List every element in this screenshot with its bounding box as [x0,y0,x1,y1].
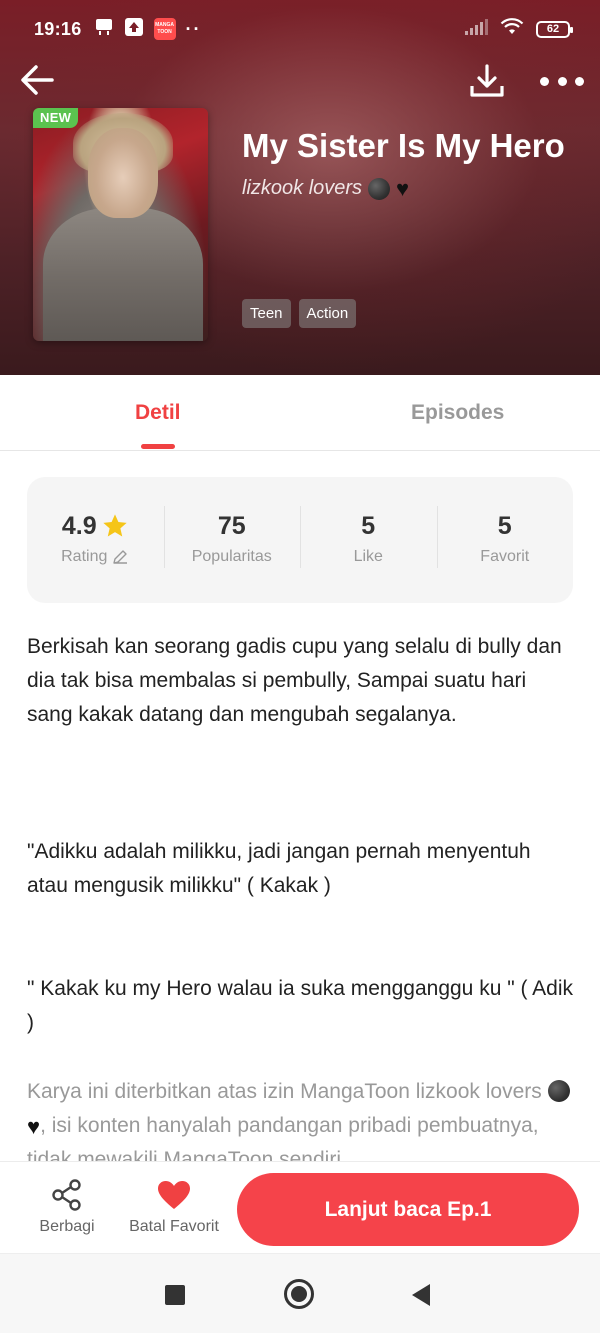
status-dots: ·· [185,18,202,39]
favorite-value: 5 [497,512,512,540]
back-arrow-icon [21,65,54,95]
bottom-action-bar: Berbagi Batal Favorit Lanjut baca Ep.1 [0,1161,600,1253]
tab-active-indicator [141,444,175,449]
recents-button[interactable] [165,1285,185,1305]
tag-action[interactable]: Action [298,299,357,328]
share-label: Berbagi [39,1218,95,1235]
tab-episodes[interactable]: Episodes [411,401,504,425]
description-paragraph: "Adikku adalah milikku, jadi jangan pern… [27,840,531,897]
tag-teen[interactable]: Teen [242,299,291,328]
disclaimer-text-after: , isi konten hanyalah pandangan pribadi … [27,1114,539,1161]
like-label: Like [353,548,383,565]
moon-emoji-icon [547,1080,570,1102]
black-heart-emoji-icon: ♥ [396,175,410,201]
heart-icon [158,1181,190,1209]
stat-like: 5 Like [300,506,437,570]
heart-icon-wrap [125,1176,223,1214]
edit-icon [113,550,128,564]
book-title: My Sister Is My Hero [242,127,565,164]
cover-image[interactable] [33,108,208,341]
black-heart-emoji-icon: ♥ [27,1114,41,1139]
rating-label-row: Rating [27,548,164,566]
more-icon-dot [557,76,567,86]
upload-icon [124,17,144,42]
more-icon-dot [540,76,549,86]
book-author[interactable]: lizkook lovers ♥ [242,177,409,200]
moon-emoji-icon [368,177,391,200]
popularity-label: Popularitas [191,548,272,565]
status-time: 19:16 [34,18,82,39]
disclaimer-text-before: Karya ini diterbitkan atas izin MangaToo… [27,1080,542,1103]
hero-header: 19:16 MANGA TOON ·· 62 NEW My Sister Is … [0,0,600,375]
unfavorite-button[interactable]: Batal Favorit [125,1176,223,1236]
stat-rating[interactable]: 4.9 Rating [27,510,164,570]
tab-detil[interactable]: Detil [135,401,181,425]
like-value: 5 [361,512,376,540]
android-nav-bar [0,1253,600,1333]
more-icon-dot [575,76,584,86]
stats-card: 4.9 Rating 75 Popularitas 5 Like 5 Favor… [27,477,573,603]
share-button[interactable]: Berbagi [37,1176,97,1236]
favorite-label: Favorit [480,548,530,565]
copyright-disclaimer: Karya ini diterbitkan atas izin MangaToo… [27,1075,575,1161]
battery-indicator: 62 [536,20,573,38]
mangatoon-app-icon: MANGA TOON [153,18,176,40]
popularity-value: 75 [217,512,246,540]
continue-reading-button[interactable]: Lanjut baca Ep.1 [237,1173,579,1246]
download-icon [470,64,504,97]
share-icon-wrap [37,1176,97,1214]
unfavorite-label: Batal Favorit [129,1218,219,1235]
stat-favorite: 5 Favorit [436,506,574,570]
author-name: lizkook lovers [242,177,363,199]
system-back-button[interactable] [412,1284,430,1306]
share-icon [52,1179,81,1211]
back-button[interactable] [20,62,56,98]
wifi-icon [500,17,524,41]
rating-value-row: 4.9 [27,510,164,542]
new-badge: NEW [33,108,79,128]
signal-icon [464,18,488,40]
download-button[interactable] [468,62,506,100]
genre-tags: Teen Action [242,299,357,328]
home-button[interactable] [284,1279,314,1309]
rating-value: 4.9 [61,512,97,540]
description-paragraph: Berkisah kan seorang gadis cupu yang sel… [27,635,562,726]
rating-label: Rating [61,548,108,565]
cover-figure-body [43,208,203,341]
cover-figure-head [88,128,158,218]
notification-icon [94,17,114,42]
more-button[interactable] [540,68,584,94]
top-nav [0,58,600,106]
stat-popularity: 75 Popularitas [163,506,301,570]
status-bar: 19:16 MANGA TOON ·· 62 [0,0,600,58]
star-icon [102,514,127,537]
status-right: 62 [464,17,573,41]
tab-bar: Detil Episodes [0,375,600,451]
description-paragraph: " Kakak ku my Hero walau ia suka menggan… [27,977,574,1034]
